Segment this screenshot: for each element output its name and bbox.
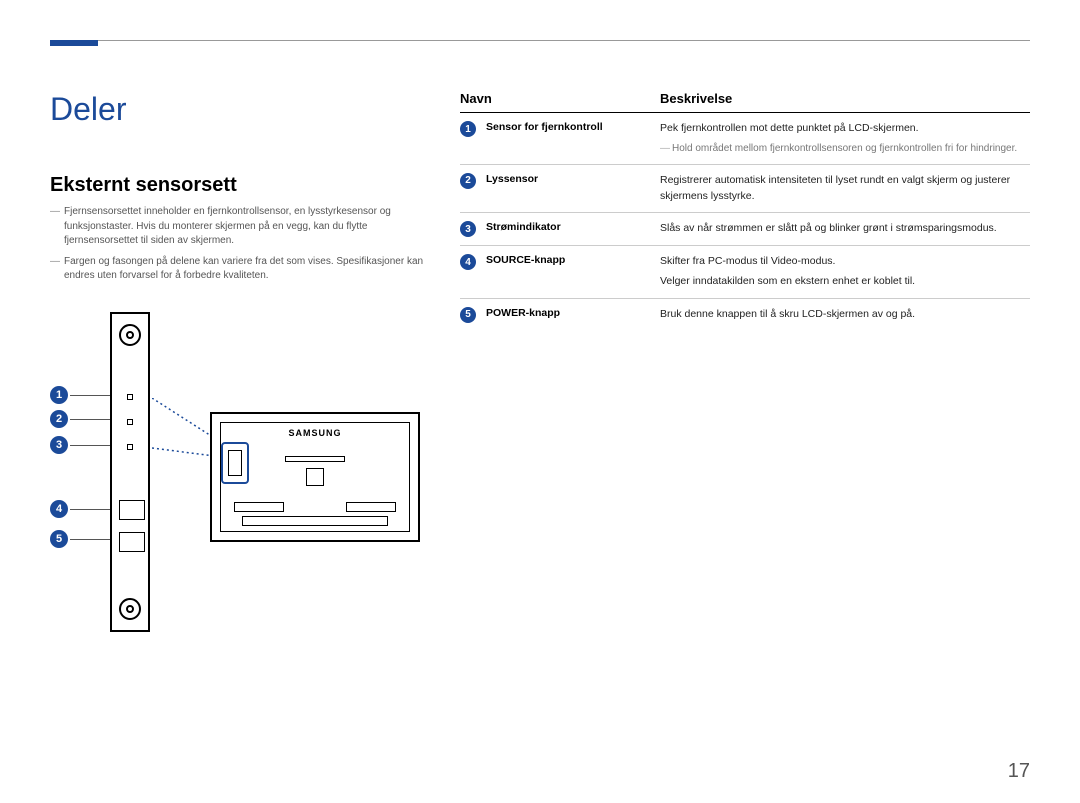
monitor: SAMSUNG	[210, 412, 420, 542]
table-header-name: Navn	[460, 91, 660, 106]
row-number: 2	[460, 173, 476, 189]
callout-4: 4	[50, 500, 68, 518]
table-header-desc: Beskrivelse	[660, 91, 1030, 106]
callout-1: 1	[50, 386, 68, 404]
row-name: Strømindikator	[486, 221, 660, 237]
header-rule	[50, 40, 1030, 41]
table-row: 2 Lyssensor Registrerer automatisk inten…	[460, 165, 1030, 214]
row-desc: Registrerer automatisk intensiteten til …	[660, 173, 1030, 205]
sensor-bar	[110, 312, 150, 632]
table-row: 4 SOURCE-knapp Skifter fra PC-modus til …	[460, 246, 1030, 299]
diagram: 1 2 3 4 5 SAMSUNG	[50, 312, 430, 652]
monitor-brand-label: SAMSUNG	[212, 428, 418, 438]
table-row: 3 Strømindikator Slås av når strømmen er…	[460, 213, 1030, 246]
row-desc: Pek fjernkontrollen mot dette punktet på…	[660, 121, 1030, 156]
note-1: Fjernsensorsettet inneholder en fjernkon…	[50, 205, 430, 249]
table-row: 5 POWER-knapp Bruk denne knappen til å s…	[460, 299, 1030, 331]
note-2: Fargen og fasongen på delene kan variere…	[50, 255, 430, 284]
row-number: 3	[460, 221, 476, 237]
section-heading: Eksternt sensorsett	[50, 174, 430, 197]
callout-3: 3	[50, 436, 68, 454]
row-desc: Skifter fra PC-modus til Video-modus. Ve…	[660, 254, 1030, 290]
row-name: SOURCE-knapp	[486, 254, 660, 290]
page-number: 17	[1008, 760, 1030, 783]
chapter-heading: Deler	[50, 91, 430, 128]
row-desc: Bruk denne knappen til å skru LCD-skjerm…	[660, 307, 1030, 323]
row-number: 4	[460, 254, 476, 270]
row-name: Sensor for fjernkontroll	[486, 121, 660, 156]
row-name: POWER-knapp	[486, 307, 660, 323]
row-name: Lyssensor	[486, 173, 660, 205]
row-desc: Slås av når strømmen er slått på og blin…	[660, 221, 1030, 237]
row-number: 1	[460, 121, 476, 137]
callout-2: 2	[50, 410, 68, 428]
table-row: 1 Sensor for fjernkontroll Pek fjernkont…	[460, 113, 1030, 165]
callout-5: 5	[50, 530, 68, 548]
row-number: 5	[460, 307, 476, 323]
